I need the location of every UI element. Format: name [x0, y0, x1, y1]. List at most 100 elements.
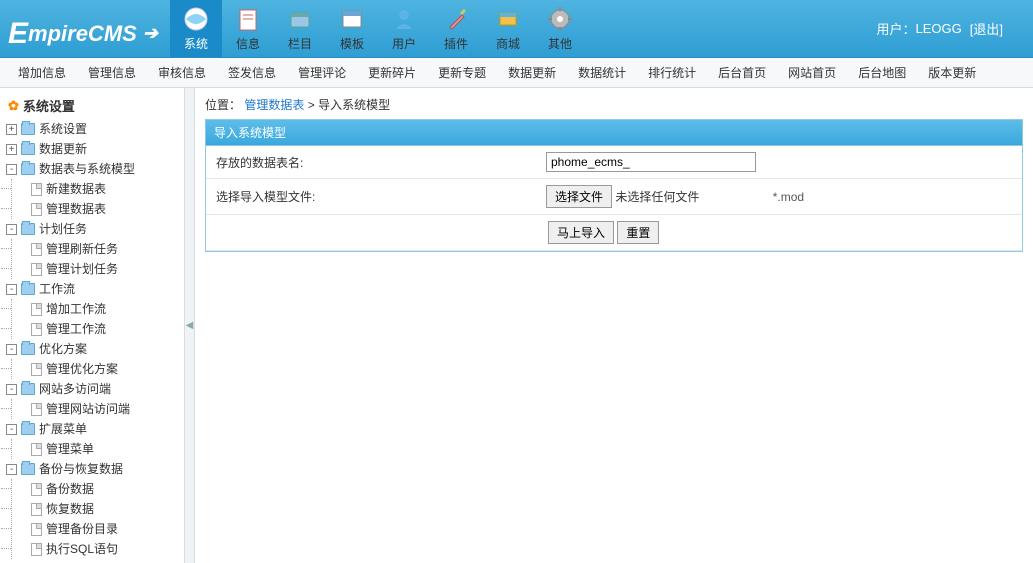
- choose-file-button[interactable]: 选择文件: [546, 185, 612, 208]
- reset-button[interactable]: 重置: [617, 221, 659, 244]
- topnav-商城[interactable]: 商城: [482, 0, 534, 57]
- tree-label[interactable]: 扩展菜单: [39, 421, 87, 437]
- tree-node-系统设置[interactable]: + 系统设置: [2, 119, 182, 139]
- tree-node-备份数据[interactable]: 备份数据: [12, 479, 182, 499]
- tree-node-数据更新[interactable]: + 数据更新: [2, 139, 182, 159]
- tree-node-扩展菜单[interactable]: - 扩展菜单: [2, 419, 182, 439]
- topnav-icon: [234, 5, 262, 33]
- tree-node-管理备份目录[interactable]: 管理备份目录: [12, 519, 182, 539]
- tree-label[interactable]: 数据更新: [39, 141, 87, 157]
- topnav-其他[interactable]: 其他: [534, 0, 586, 57]
- submenu-数据统计[interactable]: 数据统计: [578, 64, 626, 81]
- tree-node-备份与恢复数据[interactable]: - 备份与恢复数据: [2, 459, 182, 479]
- topnav-栏目[interactable]: 栏目: [274, 0, 326, 57]
- submenu-增加信息[interactable]: 增加信息: [18, 64, 66, 81]
- toggle-icon[interactable]: -: [6, 344, 17, 355]
- tree-node-恢复数据[interactable]: 恢复数据: [12, 499, 182, 519]
- topnav-label: 系统: [184, 35, 208, 52]
- toggle-icon[interactable]: -: [6, 164, 17, 175]
- header: EmpireCMS➔ 系统信息栏目模板用户插件商城其他 用户： LEOGG [退…: [0, 0, 1033, 58]
- folder-icon: [21, 223, 35, 235]
- tree-node-计划任务[interactable]: - 计划任务: [2, 219, 182, 239]
- tree-node-新建数据表[interactable]: 新建数据表: [12, 179, 182, 199]
- tree-label[interactable]: 恢复数据: [46, 501, 94, 517]
- tree-node-增加工作流[interactable]: 增加工作流: [12, 299, 182, 319]
- import-button[interactable]: 马上导入: [548, 221, 614, 244]
- submenu-管理信息[interactable]: 管理信息: [88, 64, 136, 81]
- splitter-handle[interactable]: ◀: [185, 88, 195, 563]
- brand-text: mpireCMS: [28, 21, 137, 47]
- tree-node-管理工作流[interactable]: 管理工作流: [12, 319, 182, 339]
- tree-label[interactable]: 备份数据: [46, 481, 94, 497]
- tree-node-执行SQL语句[interactable]: 执行SQL语句: [12, 539, 182, 559]
- tree-label[interactable]: 管理网站访问端: [46, 401, 130, 417]
- submenu-后台首页[interactable]: 后台首页: [718, 64, 766, 81]
- logout-link[interactable]: [退出]: [970, 19, 1003, 38]
- file-icon: [31, 523, 42, 536]
- tree-label[interactable]: 执行SQL语句: [46, 541, 118, 557]
- tree-label[interactable]: 管理工作流: [46, 321, 106, 337]
- submenu-数据更新[interactable]: 数据更新: [508, 64, 556, 81]
- file-icon: [31, 263, 42, 276]
- tree-node-工作流[interactable]: - 工作流: [2, 279, 182, 299]
- submenu-网站首页[interactable]: 网站首页: [788, 64, 836, 81]
- tree-node-管理菜单[interactable]: 管理菜单: [12, 439, 182, 459]
- tree-label[interactable]: 网站多访问端: [39, 381, 111, 397]
- submenu-后台地图[interactable]: 后台地图: [858, 64, 906, 81]
- tree-node-管理网站访问端[interactable]: 管理网站访问端: [12, 399, 182, 419]
- table-name-input[interactable]: [546, 152, 756, 172]
- toggle-icon[interactable]: +: [6, 124, 17, 135]
- tree-node-管理优化方案[interactable]: 管理优化方案: [12, 359, 182, 379]
- submenu-管理评论[interactable]: 管理评论: [298, 64, 346, 81]
- topnav-icon: [442, 5, 470, 33]
- tree-label[interactable]: 管理优化方案: [46, 361, 118, 377]
- tree-node-管理刷新任务[interactable]: 管理刷新任务: [12, 239, 182, 259]
- topnav-插件[interactable]: 插件: [430, 0, 482, 57]
- file-icon: [31, 303, 42, 316]
- submenu-更新专题[interactable]: 更新专题: [438, 64, 486, 81]
- tree-node-数据表与系统模型[interactable]: - 数据表与系统模型: [2, 159, 182, 179]
- submenu-审核信息[interactable]: 审核信息: [158, 64, 206, 81]
- breadcrumb-prefix: 位置：: [205, 98, 241, 112]
- toggle-icon[interactable]: -: [6, 384, 17, 395]
- tree-label[interactable]: 备份与恢复数据: [39, 461, 123, 477]
- submenu-排行统计[interactable]: 排行统计: [648, 64, 696, 81]
- submenu-版本更新[interactable]: 版本更新: [928, 64, 976, 81]
- toggle-icon[interactable]: -: [6, 464, 17, 475]
- tree-label[interactable]: 管理刷新任务: [46, 241, 118, 257]
- tree-label[interactable]: 优化方案: [39, 341, 87, 357]
- tree-label[interactable]: 管理菜单: [46, 441, 94, 457]
- file-icon: [31, 363, 42, 376]
- tree-node-管理数据表[interactable]: 管理数据表: [12, 199, 182, 219]
- submenu-签发信息[interactable]: 签发信息: [228, 64, 276, 81]
- breadcrumb-link[interactable]: 管理数据表: [244, 98, 304, 112]
- tree-node-管理计划任务[interactable]: 管理计划任务: [12, 259, 182, 279]
- toggle-icon[interactable]: -: [6, 284, 17, 295]
- tree-label[interactable]: 工作流: [39, 281, 75, 297]
- tree-node-优化方案[interactable]: - 优化方案: [2, 339, 182, 359]
- tree-label[interactable]: 新建数据表: [46, 181, 106, 197]
- topnav-信息[interactable]: 信息: [222, 0, 274, 57]
- tree-label[interactable]: 管理备份目录: [46, 521, 118, 537]
- tree-label[interactable]: 数据表与系统模型: [39, 161, 135, 177]
- topnav-模板[interactable]: 模板: [326, 0, 378, 57]
- toggle-icon[interactable]: -: [6, 224, 17, 235]
- tree-label[interactable]: 管理计划任务: [46, 261, 118, 277]
- tree-label[interactable]: 系统设置: [39, 121, 87, 137]
- sub-menu: 增加信息 管理信息 审核信息 签发信息 管理评论 更新碎片 更新专题 数据更新 数据统计 排行统计…: [0, 58, 1033, 88]
- topnav-用户[interactable]: 用户: [378, 0, 430, 57]
- topnav-系统[interactable]: 系统: [170, 0, 222, 57]
- tree-node-网站多访问端[interactable]: - 网站多访问端: [2, 379, 182, 399]
- tree-label[interactable]: 管理数据表: [46, 201, 106, 217]
- topnav-icon: [286, 5, 314, 33]
- topnav-icon: [338, 5, 366, 33]
- toggle-icon[interactable]: +: [6, 144, 17, 155]
- folder-icon: [21, 163, 35, 175]
- brand-logo: EmpireCMS➔: [0, 0, 170, 57]
- user-label: 用户：: [877, 19, 916, 38]
- submenu-更新碎片[interactable]: 更新碎片: [368, 64, 416, 81]
- tree-label[interactable]: 增加工作流: [46, 301, 106, 317]
- folder-icon: [21, 383, 35, 395]
- tree-label[interactable]: 计划任务: [39, 221, 87, 237]
- toggle-icon[interactable]: -: [6, 424, 17, 435]
